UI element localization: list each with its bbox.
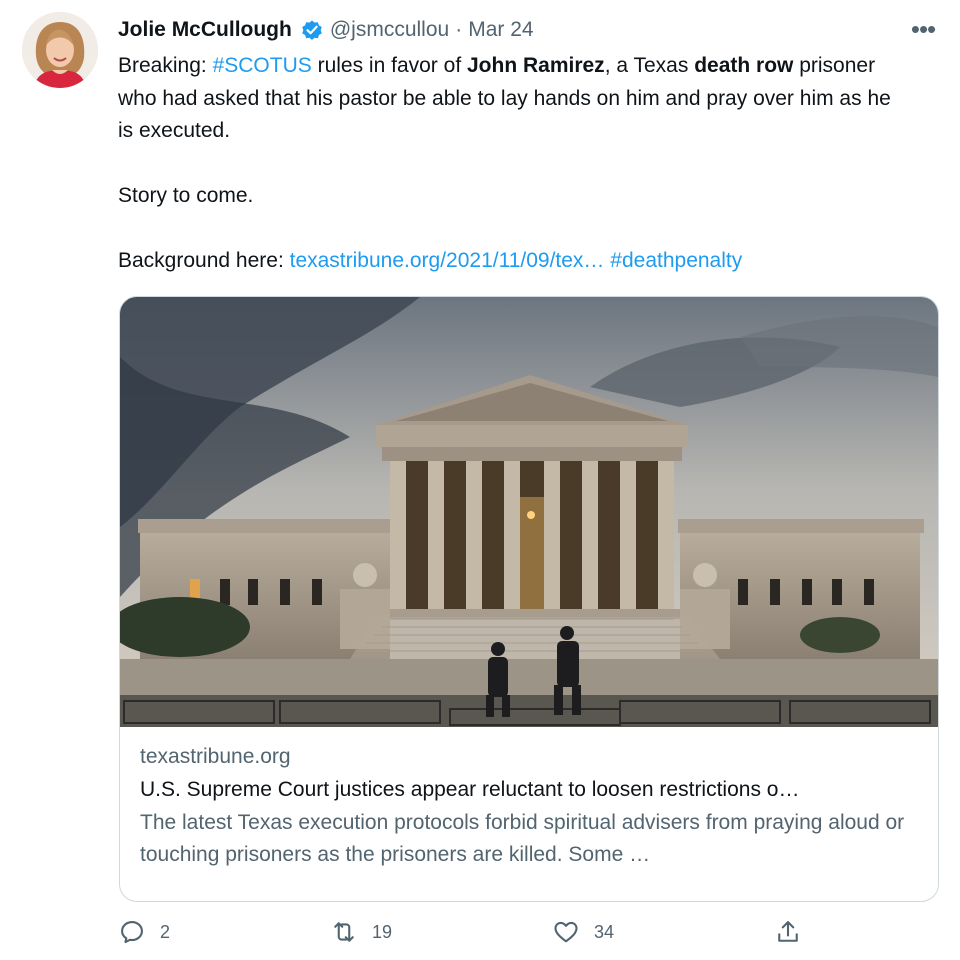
hashtag-deathpenalty[interactable]: #deathpenalty [610, 249, 742, 272]
tweet-actions: 2 19 34 [118, 918, 818, 958]
link-card[interactable]: texastribune.org U.S. Supreme Court just… [119, 296, 939, 902]
reply-button[interactable]: 2 [118, 918, 170, 946]
background-link[interactable]: texastribune.org/2021/11/09/tex… [290, 249, 605, 272]
text-segment: rules in favor of [311, 54, 467, 77]
hashtag-scotus[interactable]: #SCOTUS [213, 54, 312, 77]
supreme-court-photo[interactable] [120, 297, 938, 727]
author-name[interactable]: Jolie McCullough [118, 18, 292, 42]
avatar[interactable] [22, 12, 98, 88]
header-separator: · [455, 18, 463, 41]
author-handle[interactable]: @jsmccullou [330, 18, 449, 42]
tweet-text: Breaking: #SCOTUS rules in favor of John… [118, 50, 908, 278]
like-button[interactable]: 34 [552, 918, 614, 946]
bold-name: John Ramirez [466, 54, 605, 77]
retweet-icon [334, 922, 354, 942]
share-button[interactable] [774, 918, 816, 946]
retweet-count: 19 [372, 921, 393, 942]
card-meta: texastribune.org U.S. Supreme Court just… [120, 727, 938, 871]
verified-badge-icon [300, 18, 324, 42]
tweet-paragraph-1: Breaking: #SCOTUS rules in favor of John… [118, 50, 908, 148]
tweet-paragraph-3: Background here: texastribune.org/2021/1… [118, 245, 908, 278]
more-options-icon[interactable]: ••• [908, 14, 938, 44]
reply-icon [121, 921, 143, 944]
tweet-header: Jolie McCullough @jsmccullou · Mar 24 [118, 14, 940, 46]
card-title[interactable]: U.S. Supreme Court justices appear reluc… [140, 773, 918, 807]
text-segment: , a Texas [604, 54, 695, 77]
tweet-paragraph-2: Story to come. [118, 184, 254, 207]
card-domain: texastribune.org [140, 745, 291, 768]
reply-count: 2 [160, 921, 171, 942]
heart-icon [554, 921, 578, 943]
like-count: 34 [594, 921, 615, 942]
card-description: The latest Texas execution protocols for… [140, 811, 905, 866]
tweet-date[interactable]: Mar 24 [468, 18, 533, 42]
share-icon [778, 921, 798, 942]
bold-death-row: death row [694, 54, 794, 77]
text-segment: Breaking: [118, 54, 213, 77]
text-segment: Background here: [118, 249, 290, 272]
retweet-button[interactable]: 19 [330, 918, 392, 946]
